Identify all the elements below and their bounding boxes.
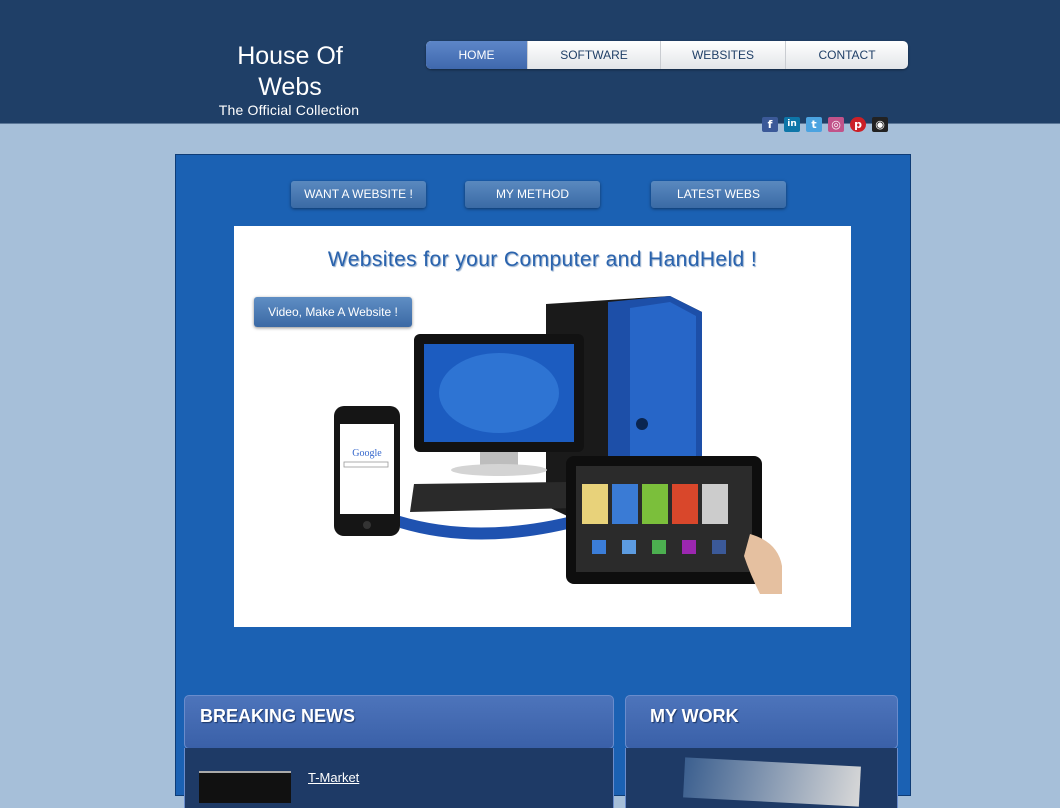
nav-item-contact[interactable]: CONTACT xyxy=(786,41,908,69)
latest-webs-button[interactable]: LATEST WEBS xyxy=(651,181,786,208)
site-logo-title[interactable]: House Of Webs xyxy=(205,41,375,103)
facebook-icon[interactable]: f xyxy=(762,117,778,132)
hero-title: Websites for your Computer and HandHeld … xyxy=(327,248,758,271)
breaking-news-list: T-Market xyxy=(184,748,614,808)
site-logo-subtitle: The Official Collection xyxy=(218,102,360,118)
keyboard-image xyxy=(400,482,580,540)
my-work-header: MY WORK xyxy=(625,695,898,749)
work-preview-image[interactable] xyxy=(683,757,861,807)
nav-item-home[interactable]: HOME xyxy=(426,41,528,69)
nav-item-software[interactable]: SOFTWARE xyxy=(528,41,661,69)
smartphone-image: Google xyxy=(334,406,400,536)
pinterest-icon[interactable]: p xyxy=(850,117,866,132)
main-nav: HOME SOFTWARE WEBSITES CONTACT xyxy=(426,41,908,69)
video-make-website-button[interactable]: Video, Make A Website ! xyxy=(254,297,412,327)
phone-search-text: Google xyxy=(352,448,382,459)
content-area: WANT A WEBSITE ! MY METHOD LATEST WEBS W… xyxy=(175,154,911,808)
news-item-link[interactable]: T-Market xyxy=(308,770,359,785)
hero-banner: Websites for your Computer and HandHeld … xyxy=(234,226,851,627)
want-website-button[interactable]: WANT A WEBSITE ! xyxy=(291,181,426,208)
devices-illustration: Google xyxy=(334,296,782,594)
social-bar: f in t ◎ p ◉ xyxy=(762,117,888,132)
github-icon[interactable]: ◉ xyxy=(872,117,888,132)
breaking-news-title: BREAKING NEWS xyxy=(200,706,356,726)
breaking-news-header: BREAKING NEWS xyxy=(184,695,614,749)
my-method-button[interactable]: MY METHOD xyxy=(465,181,600,208)
news-thumbnail[interactable] xyxy=(199,771,291,803)
twitter-icon[interactable]: t xyxy=(806,117,822,132)
nav-item-websites[interactable]: WEBSITES xyxy=(661,41,786,69)
my-work-title: MY WORK xyxy=(650,706,739,726)
linkedin-icon[interactable]: in xyxy=(784,117,800,132)
instagram-icon[interactable]: ◎ xyxy=(828,117,844,132)
header-bar: House Of Webs The Official Collection HO… xyxy=(0,0,1060,132)
my-work-gallery xyxy=(625,748,898,808)
tablet-image xyxy=(566,456,782,594)
